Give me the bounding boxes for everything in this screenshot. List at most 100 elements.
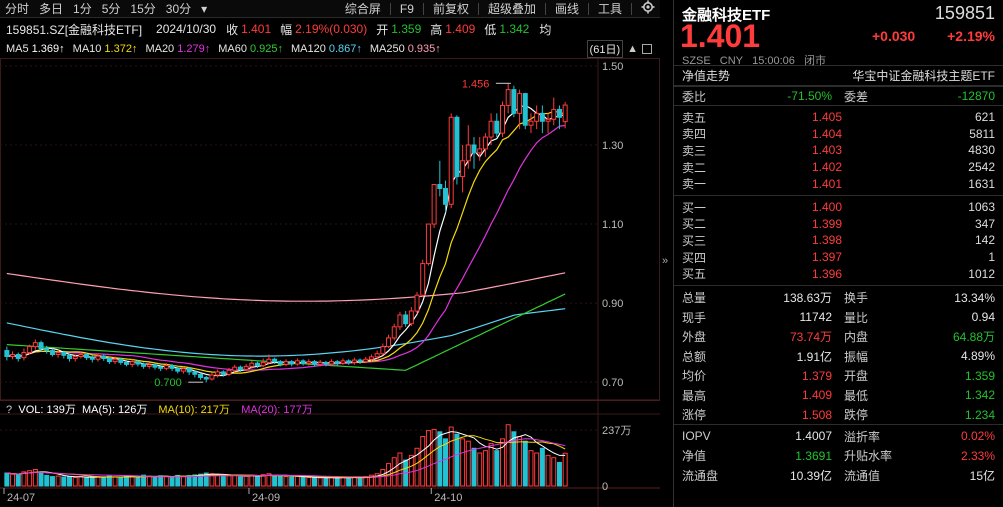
- kline-chart[interactable]: 1.50 1.30 1.10 0.90 0.70 237万 0 24-07 24-09 24-10…: [0, 58, 660, 507]
- candle-body: [226, 369, 232, 375]
- stat-row: 涨停 1.508 跌停 1.234: [674, 405, 1003, 425]
- volume-bar: [317, 477, 323, 487]
- quote-panel: 金融科技ETF 159851 1.401 +0.030 +2.19% SZSE …: [673, 0, 1003, 507]
- f9-button[interactable]: F9: [395, 0, 419, 18]
- period-dropdown-icon[interactable]: ▾: [196, 0, 212, 18]
- candle-body: [329, 361, 335, 365]
- stat-row: 现手 11742 量比 0.94: [674, 307, 1003, 327]
- candle-body: [517, 93, 523, 114]
- stat-label: 最低: [844, 388, 869, 403]
- composite-screen-button[interactable]: 综合屏: [340, 0, 386, 18]
- bid-row[interactable]: 买二 1.399 347: [674, 216, 1003, 233]
- price-tick-label: 1.30: [602, 140, 623, 152]
- candle-body: [482, 136, 488, 150]
- level-label: 买一: [682, 200, 707, 215]
- level-volume: 5811: [969, 126, 995, 141]
- candle-body: [300, 360, 306, 364]
- bid-row[interactable]: 买三 1.398 142: [674, 232, 1003, 249]
- high-value: 1.409: [445, 22, 476, 36]
- volume-bar: [351, 476, 357, 487]
- ask-row[interactable]: 卖三 1.403 4830: [674, 142, 1003, 159]
- collapse-up-icon[interactable]: ▲: [627, 43, 638, 55]
- volume-bar: [180, 475, 186, 487]
- stat-label: 外盘: [682, 330, 707, 345]
- candle-body: [95, 355, 101, 360]
- ask-row[interactable]: 卖四 1.404 5811: [674, 126, 1003, 143]
- stat-label: 振幅: [844, 349, 869, 364]
- stat-value: 1.409: [801, 388, 832, 403]
- ask-row[interactable]: 卖一 1.401 1631: [674, 175, 1003, 192]
- tab-1min[interactable]: 1分: [68, 0, 97, 18]
- candle-body: [232, 366, 238, 371]
- volume-bar: [545, 454, 551, 487]
- volume-bar: [38, 471, 44, 487]
- candle-body: [72, 355, 78, 359]
- candle-body: [49, 350, 55, 356]
- toolbar-divider: [477, 2, 479, 15]
- currency-label: CNY: [719, 55, 744, 67]
- candle-body: [61, 352, 67, 356]
- panel-toggle-icon[interactable]: »: [662, 255, 668, 267]
- candle-body: [198, 373, 204, 378]
- tab-5min[interactable]: 5分: [97, 0, 126, 18]
- forward-adjust-button[interactable]: 前复权: [428, 0, 474, 18]
- volume-bar: [135, 476, 141, 487]
- fund-full-name: 华宝中证金融科技主题ETF: [852, 69, 995, 83]
- volume-tick-label: 237万: [602, 425, 631, 437]
- stat-value: 13.34%: [954, 290, 995, 305]
- candle-body: [146, 364, 152, 367]
- tab-intraday[interactable]: 分时: [0, 0, 34, 18]
- tab-multiday[interactable]: 多日: [34, 0, 68, 18]
- settings-gear-icon[interactable]: [636, 0, 660, 18]
- stat-value: 1.4007: [795, 429, 832, 444]
- ma10-value: 1.372↑: [104, 43, 138, 55]
- volume-bar: [408, 454, 414, 487]
- nav-trend-label[interactable]: 净值走势: [682, 67, 730, 84]
- date-tick-label: 24-10: [434, 492, 462, 504]
- stat-label: 流通值: [844, 468, 881, 483]
- volume-bar: [4, 472, 10, 487]
- candle-body: [340, 360, 346, 364]
- tools-button[interactable]: 工具: [593, 0, 627, 18]
- toolbar-divider: [587, 2, 589, 15]
- tab-30min[interactable]: 30分: [161, 0, 196, 18]
- exchange-label: SZSE: [682, 55, 711, 67]
- candle-body: [539, 112, 545, 122]
- volume-bar: [15, 474, 21, 487]
- price-tick-label: 0.90: [602, 298, 623, 310]
- level-label: 买五: [682, 267, 707, 282]
- nav-title-row[interactable]: 净值走势 华宝中证金融科技主题ETF: [674, 66, 1003, 86]
- bid-row[interactable]: 买四 1.397 1: [674, 249, 1003, 266]
- stat-label: 流通盘: [682, 468, 719, 483]
- stat-label: 总量: [682, 291, 707, 306]
- high-label: 高: [430, 22, 443, 37]
- stat-label: IOPV: [682, 429, 711, 444]
- volume-ma10-label: MA(10): 217万: [158, 404, 230, 416]
- stat-value: 15亿: [969, 468, 995, 483]
- date-label: 2024/10/30: [156, 22, 217, 36]
- tab-15min[interactable]: 15分: [125, 0, 160, 18]
- ask-row[interactable]: 卖五 1.405 621: [674, 109, 1003, 126]
- volume-bar: [517, 436, 523, 487]
- volume-bar: [420, 436, 426, 487]
- volume-bar: [471, 447, 477, 487]
- super-overlay-button[interactable]: 超级叠加: [483, 0, 541, 18]
- days-button[interactable]: (61日): [586, 40, 624, 58]
- volume-bar: [272, 475, 278, 487]
- maximize-icon[interactable]: [642, 44, 652, 54]
- stat-label: 内盘: [844, 330, 869, 345]
- volume-bar: [186, 475, 192, 487]
- volume-expand-icon: ?: [6, 404, 12, 416]
- draw-line-button[interactable]: 画线: [550, 0, 584, 18]
- volume-bar: [534, 452, 540, 487]
- stat-row: 总量 138.63万 换手 13.34%: [674, 288, 1003, 308]
- level-volume: 1631: [968, 176, 995, 191]
- ask-row[interactable]: 卖二 1.402 2542: [674, 159, 1003, 176]
- candle-body: [152, 364, 158, 368]
- ma5-line: [6, 104, 566, 377]
- bid-row[interactable]: 买五 1.396 1012: [674, 265, 1003, 282]
- ma120-line: [6, 308, 566, 357]
- volume-bar: [61, 476, 67, 487]
- bid-row[interactable]: 买一 1.400 1063: [674, 199, 1003, 216]
- candle-body: [158, 366, 164, 369]
